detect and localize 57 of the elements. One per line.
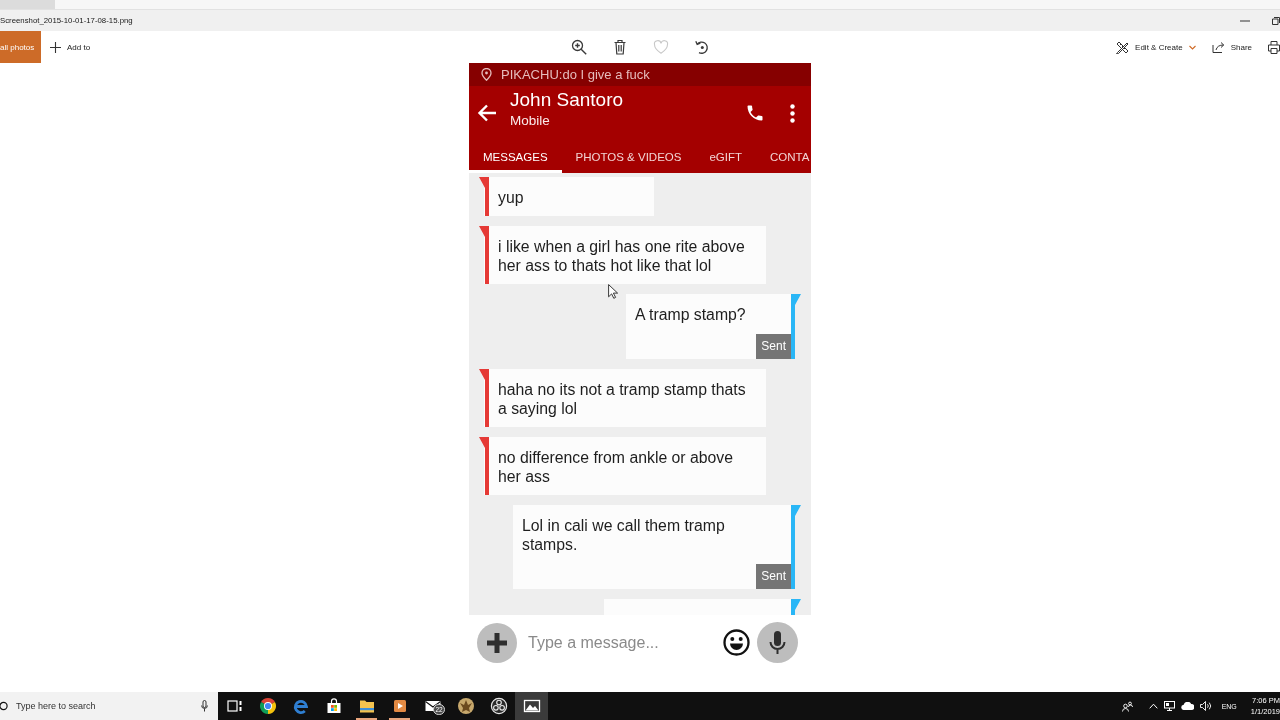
pencil-ruler-icon xyxy=(1116,40,1130,54)
message-text: A tramp stamp? xyxy=(635,305,747,324)
tab[interactable]: PHOTOS & VIDEOS xyxy=(561,140,696,173)
delivery-status: Sent xyxy=(756,564,791,589)
minimize-icon[interactable] xyxy=(1240,17,1250,24)
search-icon xyxy=(0,701,9,711)
edit-create-button[interactable]: Edit & Create xyxy=(1116,37,1196,57)
tab[interactable]: eGIFT xyxy=(695,140,757,173)
message-text: yup xyxy=(498,188,525,207)
flag-stripe-icon xyxy=(479,369,489,427)
message-text: haha no its not a tramp stamp thats a saying lol xyxy=(498,380,747,418)
notification-text: PIKACHU:do I give a fuck xyxy=(501,67,650,82)
message-text: Lol in cali we call them tramp stamps. xyxy=(522,516,726,554)
zoom-in-icon[interactable] xyxy=(570,39,587,55)
monitor-icon[interactable] xyxy=(1163,701,1175,711)
flag-stripe-icon xyxy=(479,177,489,216)
search-field[interactable]: Type here to search xyxy=(0,692,218,720)
mouse-pointer-icon xyxy=(608,284,618,299)
flag-stripe-icon xyxy=(479,226,489,284)
speaker-icon[interactable] xyxy=(1199,701,1212,711)
round-emblem-icon xyxy=(456,697,475,715)
add-to-button[interactable]: Add to xyxy=(41,37,95,57)
share-icon xyxy=(1211,41,1225,53)
plus-icon xyxy=(50,41,61,53)
people-icon[interactable] xyxy=(1121,700,1133,712)
message-field[interactable]: Type a message... xyxy=(528,631,715,654)
flag-stripe-icon xyxy=(479,437,489,495)
printer-icon[interactable] xyxy=(1268,40,1280,54)
tab[interactable]: MESSAGES xyxy=(469,140,562,173)
restore-icon[interactable] xyxy=(1272,16,1280,25)
phone-icon[interactable] xyxy=(745,103,765,123)
back-arrow-icon[interactable] xyxy=(477,104,497,122)
chevron-up-icon[interactable] xyxy=(1148,703,1158,709)
task-view-icon xyxy=(225,697,244,715)
delivery-status: Sent xyxy=(756,334,791,359)
e-logo-icon xyxy=(291,697,310,715)
tab[interactable]: CONTA xyxy=(756,140,810,173)
contact-type: Mobile xyxy=(510,112,550,130)
all-photos-button[interactable]: all photos xyxy=(0,31,41,63)
rotate-icon[interactable] xyxy=(693,39,710,55)
taskbar-button[interactable] xyxy=(515,692,548,720)
microphone-icon[interactable] xyxy=(757,622,798,663)
landscape-icon xyxy=(522,697,541,715)
contact-name: John Santoro xyxy=(510,89,624,111)
caret-icon xyxy=(1188,44,1196,50)
location-pin-icon xyxy=(481,68,492,81)
flag-stripe-icon xyxy=(791,599,801,615)
plus-disc-icon[interactable] xyxy=(477,622,517,663)
more-icon[interactable] xyxy=(790,103,795,123)
share-button[interactable]: Share xyxy=(1211,37,1252,57)
microphone-icon[interactable] xyxy=(201,700,208,712)
message-text: no difference from ankle or above her ass xyxy=(498,448,735,486)
message-text: i like when a girl has one rite above her ass to thats hot like that lol xyxy=(498,237,746,275)
cloud-icon[interactable] xyxy=(1180,702,1194,710)
swirl-circle-icon xyxy=(489,697,508,715)
tricolor-circle-icon xyxy=(258,697,277,715)
smiley-icon[interactable] xyxy=(723,629,750,656)
